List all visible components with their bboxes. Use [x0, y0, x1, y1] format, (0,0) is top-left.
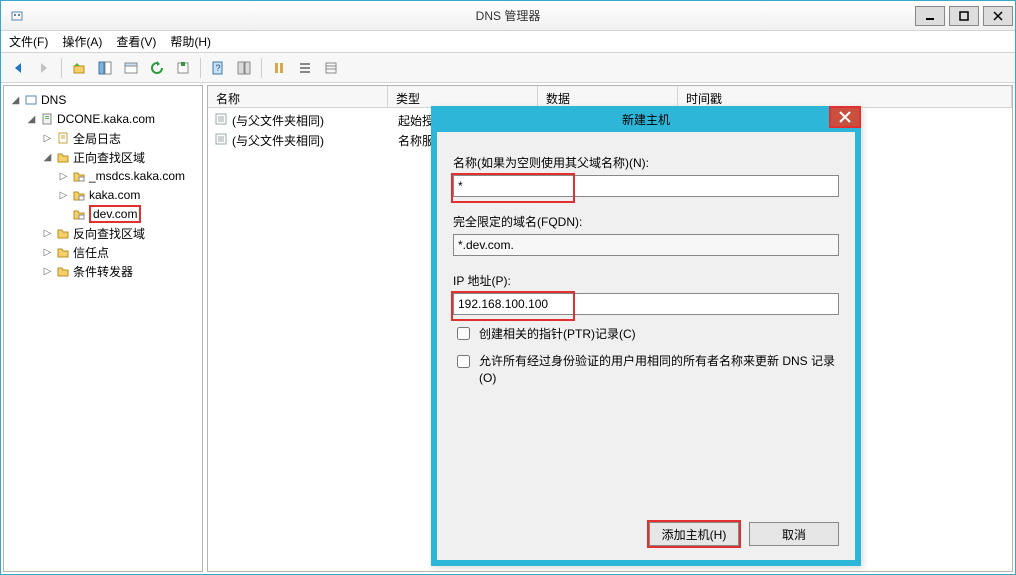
detail-button[interactable]	[320, 57, 342, 79]
label-name: 名称(如果为空则使用其父域名称)(N):	[453, 154, 839, 171]
input-ip[interactable]	[453, 293, 839, 315]
menu-view[interactable]: 查看(V)	[116, 33, 156, 50]
tree-global-log[interactable]: ▷ 全局日志	[40, 129, 200, 147]
tree-label: 全局日志	[73, 130, 121, 147]
expand-icon[interactable]: ▷	[42, 266, 53, 277]
expand-icon[interactable]: ▷	[42, 133, 53, 144]
folder-icon	[55, 150, 71, 164]
forward-button[interactable]	[33, 57, 55, 79]
tree-label: dev.com	[89, 205, 141, 223]
tree-label: 条件转发器	[73, 263, 133, 280]
toolbar: ?	[1, 53, 1015, 83]
expand-icon[interactable]: ▷	[58, 171, 69, 182]
up-button[interactable]	[68, 57, 90, 79]
col-data[interactable]: 数据	[538, 86, 678, 107]
new-window-button[interactable]	[120, 57, 142, 79]
window-title: DNS 管理器	[1, 7, 1015, 24]
col-type[interactable]: 类型	[388, 86, 538, 107]
refresh-button[interactable]	[146, 57, 168, 79]
cell-name: (与父文件夹相同)	[232, 112, 324, 129]
checkbox-allow-update[interactable]	[457, 355, 470, 368]
collapse-icon[interactable]: ◢	[26, 114, 37, 125]
log-icon	[55, 131, 71, 145]
checkbox-ptr[interactable]	[457, 327, 470, 340]
collapse-icon[interactable]: ◢	[42, 152, 53, 163]
add-host-button[interactable]: 添加主机(H)	[649, 522, 739, 546]
export-button[interactable]	[172, 57, 194, 79]
tree-zone-dev[interactable]: dev.com	[56, 205, 200, 223]
new-host-dialog: 新建主机 名称(如果为空则使用其父域名称)(N): 完全限定的域名(FQDN):…	[431, 106, 861, 566]
menubar: 文件(F) 操作(A) 查看(V) 帮助(H)	[1, 31, 1015, 53]
folder-icon	[55, 264, 71, 278]
tree-conditional-forwarders[interactable]: ▷ 条件转发器	[40, 262, 200, 280]
cancel-button[interactable]: 取消	[749, 522, 839, 546]
filter-button[interactable]	[268, 57, 290, 79]
tree-label: _msdcs.kaka.com	[89, 169, 185, 183]
expand-icon[interactable]: ▷	[42, 247, 53, 258]
folder-icon	[55, 226, 71, 240]
input-name[interactable]	[453, 175, 839, 197]
back-button[interactable]	[7, 57, 29, 79]
list-button[interactable]	[294, 57, 316, 79]
expand-spacer	[58, 209, 69, 220]
show-tree-button[interactable]	[94, 57, 116, 79]
expand-icon[interactable]: ▷	[42, 228, 53, 239]
cell-name: (与父文件夹相同)	[232, 132, 324, 149]
tree-label: 正向查找区域	[73, 149, 145, 166]
input-fqdn	[453, 234, 839, 256]
expand-icon[interactable]: ▷	[58, 190, 69, 201]
column-headers: 名称 类型 数据 时间戳	[208, 86, 1012, 108]
tree-trust-points[interactable]: ▷ 信任点	[40, 243, 200, 261]
zone-icon	[71, 207, 87, 221]
menu-help[interactable]: 帮助(H)	[170, 33, 211, 50]
tree-zone-kaka[interactable]: ▷ kaka.com	[56, 186, 200, 204]
properties-button[interactable]	[233, 57, 255, 79]
dialog-titlebar: 新建主机	[431, 106, 861, 132]
label-ip: IP 地址(P):	[453, 272, 839, 289]
label-fqdn: 完全限定的域名(FQDN):	[453, 213, 839, 230]
tree-label: 信任点	[73, 244, 109, 261]
dns-root-icon	[23, 93, 39, 107]
menu-action[interactable]: 操作(A)	[62, 33, 102, 50]
tree-pane[interactable]: ◢ DNS ◢ DCONE.kaka.com	[3, 85, 203, 572]
dialog-title: 新建主机	[622, 111, 670, 128]
dialog-close-button[interactable]	[829, 106, 861, 128]
tree-server[interactable]: ◢ DCONE.kaka.com	[24, 110, 200, 128]
collapse-icon[interactable]: ◢	[10, 95, 21, 106]
zone-icon	[71, 169, 87, 183]
tree-root-dns[interactable]: ◢ DNS	[8, 91, 200, 109]
tree-zone-msdcs[interactable]: ▷ _msdcs.kaka.com	[56, 167, 200, 185]
tree-label: DNS	[41, 93, 66, 107]
titlebar: DNS 管理器	[1, 1, 1015, 31]
zone-icon	[71, 188, 87, 202]
record-icon	[214, 132, 228, 149]
col-timestamp[interactable]: 时间戳	[678, 86, 1012, 107]
tree-forward-zone[interactable]: ◢ 正向查找区域	[40, 148, 200, 166]
col-name[interactable]: 名称	[208, 86, 388, 107]
folder-icon	[55, 245, 71, 259]
help-button[interactable]: ?	[207, 57, 229, 79]
record-icon	[214, 112, 228, 129]
svg-text:?: ?	[215, 63, 220, 73]
label-ptr[interactable]: 创建相关的指针(PTR)记录(C)	[479, 325, 636, 342]
tree-label: 反向查找区域	[73, 225, 145, 242]
tree-reverse-zone[interactable]: ▷ 反向查找区域	[40, 224, 200, 242]
tree-label: kaka.com	[89, 188, 140, 202]
label-allow-update[interactable]: 允许所有经过身份验证的用户用相同的所有者名称来更新 DNS 记录(O)	[479, 353, 839, 387]
menu-file[interactable]: 文件(F)	[9, 33, 48, 50]
server-icon	[39, 112, 55, 126]
tree-label: DCONE.kaka.com	[57, 112, 155, 126]
